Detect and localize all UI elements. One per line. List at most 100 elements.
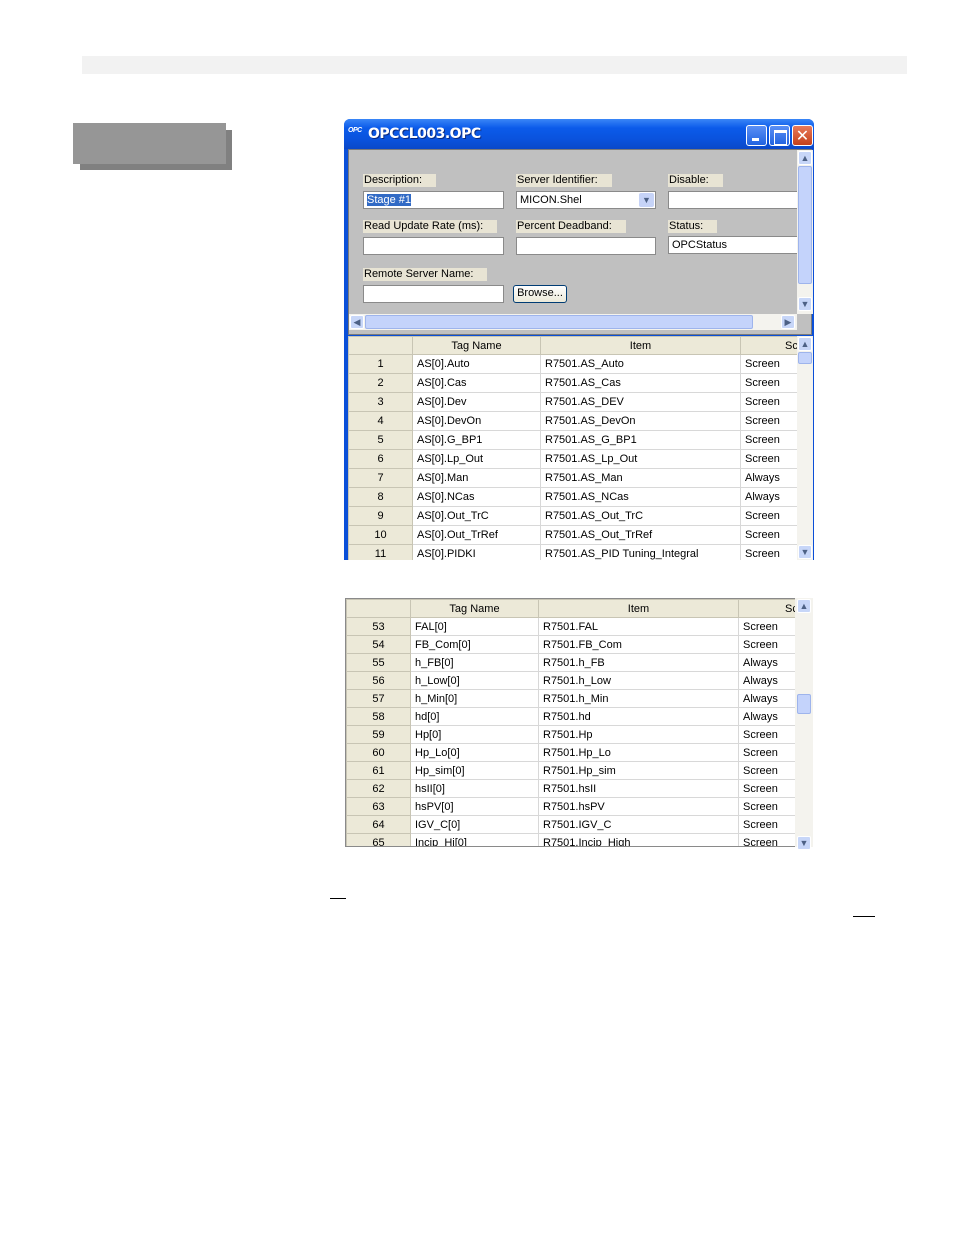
- row-number-cell[interactable]: 10: [348, 525, 413, 545]
- scan-cell[interactable]: Screen: [740, 392, 797, 412]
- row-number-cell[interactable]: 54: [346, 635, 411, 654]
- form-scroll-thumb[interactable]: [798, 166, 812, 284]
- scan-cell[interactable]: Screen: [740, 525, 797, 545]
- tag-name-cell[interactable]: hsPV[0]: [410, 797, 539, 816]
- item-cell[interactable]: R7501.FAL: [538, 617, 739, 636]
- item-cell[interactable]: R7501.hsII: [538, 779, 739, 798]
- table-row[interactable]: 57 h_Min[0] R7501.h_Min Always: [346, 689, 796, 708]
- tag-name-cell[interactable]: AS[0].NCas: [412, 487, 541, 507]
- table-row[interactable]: 8 AS[0].NCas R7501.AS_NCas Always: [348, 487, 797, 507]
- scan-cell[interactable]: Screen: [740, 544, 797, 560]
- browse-button[interactable]: Browse...: [513, 285, 567, 303]
- table-row[interactable]: 56 h_Low[0] R7501.h_Low Always: [346, 671, 796, 690]
- scan-cell[interactable]: Screen: [740, 506, 797, 526]
- item-cell[interactable]: R7501.h_FB: [538, 653, 739, 672]
- tag-name-cell[interactable]: hd[0]: [410, 707, 539, 726]
- scan-cell[interactable]: Screen: [738, 617, 796, 636]
- tag-name-cell[interactable]: AS[0].Man: [412, 468, 541, 488]
- remote-server-name-field[interactable]: [363, 285, 504, 303]
- table-row[interactable]: 9 AS[0].Out_TrC R7501.AS_Out_TrC Screen: [348, 506, 797, 526]
- tag-name-cell[interactable]: Hp_Lo[0]: [410, 743, 539, 762]
- item-cell[interactable]: R7501.AS_Cas: [540, 373, 741, 393]
- scan-cell[interactable]: Screen: [740, 373, 797, 393]
- chevron-down-icon[interactable]: ▼: [797, 836, 811, 850]
- scan-cell[interactable]: Screen: [738, 779, 796, 798]
- scan-cell[interactable]: Always: [740, 487, 797, 507]
- table-row[interactable]: 55 h_FB[0] R7501.h_FB Always: [346, 653, 796, 672]
- table-row[interactable]: 62 hsII[0] R7501.hsII Screen: [346, 779, 796, 798]
- row-number-cell[interactable]: 3: [348, 392, 413, 412]
- tag-name-cell[interactable]: AS[0].DevOn: [412, 411, 541, 431]
- row-number-cell[interactable]: 62: [346, 779, 411, 798]
- row-number-header[interactable]: [346, 599, 411, 618]
- item-cell[interactable]: R7501.h_Low: [538, 671, 739, 690]
- tag-name-cell[interactable]: FB_Com[0]: [410, 635, 539, 654]
- tag-name-cell[interactable]: AS[0].PIDKI: [412, 544, 541, 560]
- chevron-up-icon[interactable]: ▲: [798, 337, 812, 351]
- chevron-right-icon[interactable]: ▶: [781, 315, 795, 329]
- scan-header[interactable]: Sca: [740, 336, 797, 355]
- chevron-down-icon[interactable]: ▼: [639, 193, 654, 207]
- row-number-cell[interactable]: 60: [346, 743, 411, 762]
- scan-cell[interactable]: Screen: [738, 743, 796, 762]
- scan-cell[interactable]: Always: [740, 468, 797, 488]
- scan-cell[interactable]: Screen: [738, 815, 796, 834]
- row-number-cell[interactable]: 9: [348, 506, 413, 526]
- chevron-up-icon[interactable]: ▲: [797, 599, 811, 613]
- item-cell[interactable]: R7501.Hp: [538, 725, 739, 744]
- close-button[interactable]: ✕: [792, 125, 813, 146]
- tag-name-cell[interactable]: AS[0].Auto: [412, 354, 541, 374]
- item-cell[interactable]: R7501.AS_DEV: [540, 392, 741, 412]
- table-row[interactable]: 1 AS[0].Auto R7501.AS_Auto Screen: [348, 354, 797, 374]
- scan-cell[interactable]: Screen: [738, 761, 796, 780]
- tag-name-cell[interactable]: AS[0].Lp_Out: [412, 449, 541, 469]
- percent-deadband-field[interactable]: [516, 237, 656, 255]
- tag-name-cell[interactable]: FAL[0]: [410, 617, 539, 636]
- item-cell[interactable]: R7501.Hp_Lo: [538, 743, 739, 762]
- scan-cell[interactable]: Screen: [738, 635, 796, 654]
- grid-bottom-vertical-scrollbar[interactable]: ▲ ▼: [795, 598, 813, 850]
- row-number-cell[interactable]: 58: [346, 707, 411, 726]
- table-row[interactable]: 53 FAL[0] R7501.FAL Screen: [346, 617, 796, 636]
- row-number-cell[interactable]: 64: [346, 815, 411, 834]
- row-number-cell[interactable]: 59: [346, 725, 411, 744]
- item-cell[interactable]: R7501.AS_Man: [540, 468, 741, 488]
- scan-cell[interactable]: Always: [738, 707, 796, 726]
- row-number-cell[interactable]: 2: [348, 373, 413, 393]
- scan-cell[interactable]: Always: [738, 689, 796, 708]
- item-cell[interactable]: R7501.AS_G_BP1: [540, 430, 741, 450]
- row-number-cell[interactable]: 5: [348, 430, 413, 450]
- table-row[interactable]: 63 hsPV[0] R7501.hsPV Screen: [346, 797, 796, 816]
- item-header[interactable]: Item: [538, 599, 739, 618]
- disable-field[interactable]: [668, 191, 798, 209]
- table-row[interactable]: 61 Hp_sim[0] R7501.Hp_sim Screen: [346, 761, 796, 780]
- row-number-cell[interactable]: 1: [348, 354, 413, 374]
- tag-name-cell[interactable]: h_Min[0]: [410, 689, 539, 708]
- row-number-cell[interactable]: 65: [346, 833, 411, 846]
- scan-cell[interactable]: Screen: [738, 833, 796, 846]
- tag-name-cell[interactable]: Incip_Hi[0]: [410, 833, 539, 846]
- table-row[interactable]: 4 AS[0].DevOn R7501.AS_DevOn Screen: [348, 411, 797, 431]
- row-number-cell[interactable]: 6: [348, 449, 413, 469]
- chevron-left-icon[interactable]: ◀: [350, 315, 364, 329]
- read-update-rate-field[interactable]: [363, 237, 504, 255]
- row-number-cell[interactable]: 56: [346, 671, 411, 690]
- tag-name-header[interactable]: Tag Name: [412, 336, 541, 355]
- tag-name-cell[interactable]: Hp_sim[0]: [410, 761, 539, 780]
- row-number-cell[interactable]: 57: [346, 689, 411, 708]
- item-cell[interactable]: R7501.h_Min: [538, 689, 739, 708]
- item-cell[interactable]: R7501.Incip_High: [538, 833, 739, 846]
- table-row[interactable]: 64 IGV_C[0] R7501.IGV_C Screen: [346, 815, 796, 834]
- item-header[interactable]: Item: [540, 336, 741, 355]
- tag-name-cell[interactable]: AS[0].Out_TrC: [412, 506, 541, 526]
- form-vertical-scrollbar[interactable]: ▲ ▼: [797, 150, 813, 314]
- table-row[interactable]: 59 Hp[0] R7501.Hp Screen: [346, 725, 796, 744]
- table-row[interactable]: 7 AS[0].Man R7501.AS_Man Always: [348, 468, 797, 488]
- scan-cell[interactable]: Screen: [738, 797, 796, 816]
- form-horizontal-scrollbar[interactable]: ◀ ▶: [349, 314, 797, 330]
- row-number-cell[interactable]: 55: [346, 653, 411, 672]
- tag-name-cell[interactable]: AS[0].G_BP1: [412, 430, 541, 450]
- grid-bottom-scroll-thumb[interactable]: [797, 694, 811, 714]
- tag-name-cell[interactable]: h_Low[0]: [410, 671, 539, 690]
- table-row[interactable]: 11 AS[0].PIDKI R7501.AS_PID Tuning_Integra…: [348, 544, 797, 560]
